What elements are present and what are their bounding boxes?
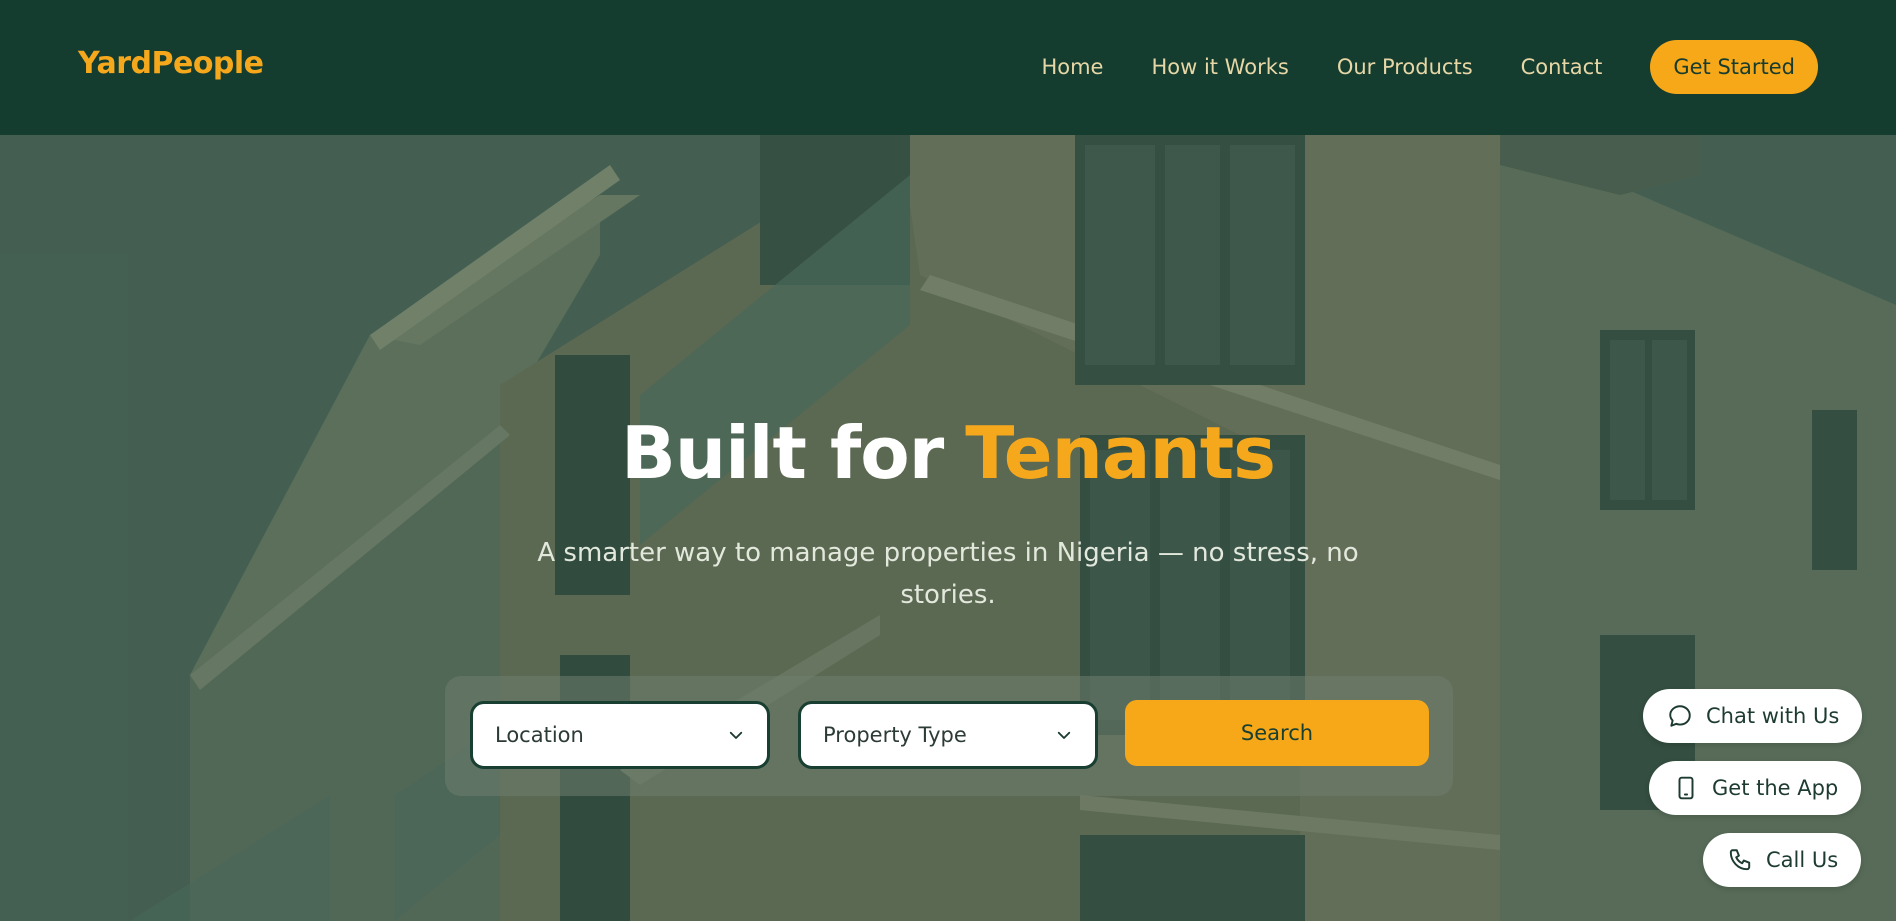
- location-select-label: Location: [495, 723, 584, 747]
- chat-with-us-button[interactable]: Chat with Us: [1643, 689, 1863, 743]
- chat-bubble-icon: [1669, 705, 1691, 727]
- search-button[interactable]: Search: [1125, 700, 1429, 766]
- get-the-app-label: Get the App: [1712, 776, 1839, 800]
- hero-title-accent: Tenants: [965, 411, 1276, 495]
- nav-our-products-link[interactable]: Our Products: [1337, 55, 1473, 79]
- call-us-label: Call Us: [1766, 848, 1839, 872]
- chevron-down-icon: [1057, 731, 1071, 739]
- nav-how-it-works-link[interactable]: How it Works: [1151, 55, 1288, 79]
- property-type-select[interactable]: Property Type: [798, 701, 1098, 769]
- hero-subtitle: A smarter way to manage properties in Ni…: [537, 538, 1359, 610]
- phone-icon: [1729, 849, 1751, 871]
- logo[interactable]: YardPeople: [78, 46, 264, 81]
- hero-title-main: Built for: [620, 411, 944, 495]
- nav-home-link[interactable]: Home: [1041, 55, 1103, 79]
- main-nav: Home How it Works Our Products Contact G…: [1041, 40, 1818, 94]
- site-header: YardPeople Home How it Works Our Product…: [0, 0, 1896, 135]
- mobile-phone-icon: [1678, 776, 1694, 800]
- search-panel: Location Property Type Search: [445, 676, 1453, 796]
- nav-contact-link[interactable]: Contact: [1521, 55, 1603, 79]
- chat-with-us-label: Chat with Us: [1706, 704, 1840, 728]
- property-type-select-label: Property Type: [823, 723, 967, 747]
- hero-title: Built for Tenants: [0, 417, 1896, 489]
- get-the-app-button[interactable]: Get the App: [1649, 761, 1862, 815]
- call-us-button[interactable]: Call Us: [1703, 833, 1862, 887]
- location-select[interactable]: Location: [470, 701, 770, 769]
- hero-overlay: [0, 135, 1896, 921]
- hero-section: [0, 135, 1896, 921]
- get-started-button[interactable]: Get Started: [1650, 40, 1818, 94]
- chevron-down-icon: [729, 731, 743, 739]
